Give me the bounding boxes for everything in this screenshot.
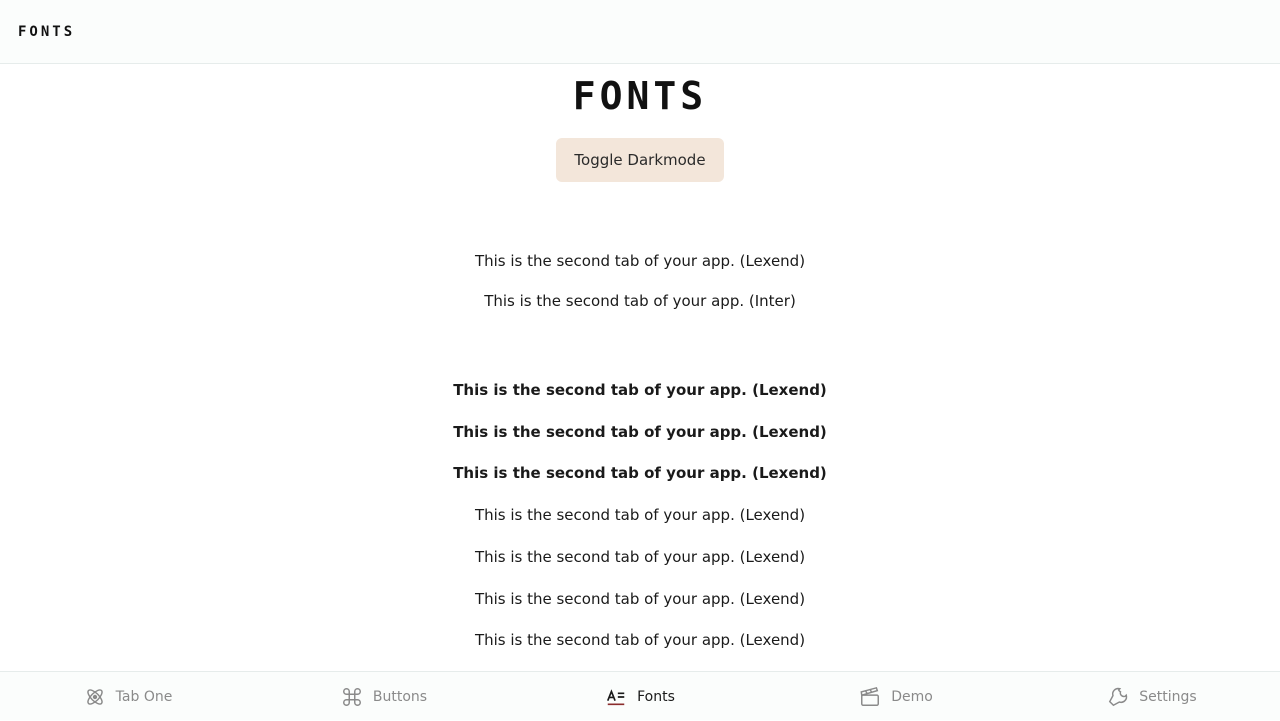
text-align-icon [607,688,625,705]
tab-fonts[interactable]: Fonts [512,672,768,721]
tab-one-label: Tab One [115,688,173,705]
tab-buttons[interactable]: Buttons [256,672,512,721]
sample-text-lexend-regular: This is the second tab of your app. (Lex… [474,548,806,566]
app-title: FONTS [18,24,76,40]
sample-text-lexend-regular: This is the second tab of your app. (Lex… [474,590,806,608]
tab-settings-label: Settings [1139,688,1197,705]
sample-text-lexend-bold: This is the second tab of your app. (Lex… [453,464,827,482]
command-icon [342,687,361,706]
atom-icon [86,688,103,705]
main-content: FONTS Toggle Darkmode This is the second… [0,64,1280,671]
sample-text-lexend-bold: This is the second tab of your app. (Lex… [453,381,827,399]
sample-text-lexend: This is the second tab of your app. (Lex… [474,252,806,270]
sample-text-lexend-regular: This is the second tab of your app. (Lex… [474,631,806,649]
top-bar: FONTS [0,0,1280,64]
tab-one[interactable]: Tab One [0,672,256,721]
tab-fonts-label: Fonts [637,688,675,705]
sample-text-lexend-regular: This is the second tab of your app. (Lex… [474,506,806,524]
tab-settings[interactable]: Settings [1024,672,1280,721]
sample-text-inter: This is the second tab of your app. (Int… [484,292,796,310]
tab-demo-label: Demo [891,688,933,705]
sample-text-lexend-bold: This is the second tab of your app. (Lex… [453,423,827,441]
tab-buttons-label: Buttons [372,688,428,705]
wrench-icon [1109,687,1128,706]
page-title: FONTS [572,74,708,118]
toggle-darkmode-button[interactable]: Toggle Darkmode [556,138,724,182]
clapperboard-icon [860,686,880,706]
tab-demo[interactable]: Demo [768,672,1024,721]
bottom-tab-bar: Tab One Buttons Fonts Demo Settings [0,671,1280,720]
